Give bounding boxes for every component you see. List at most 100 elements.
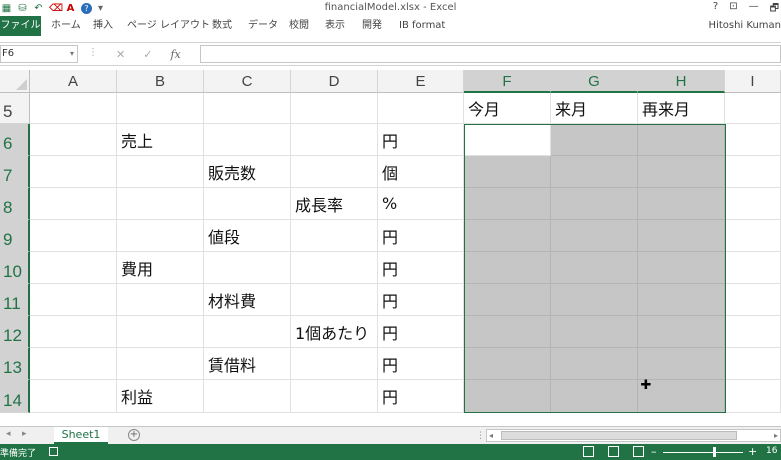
cell-f8[interactable] (464, 188, 551, 220)
cell-c6[interactable] (204, 124, 291, 156)
column-header-b[interactable]: B (117, 70, 204, 93)
cell-a9[interactable] (30, 220, 117, 252)
column-header-i[interactable]: I (725, 70, 781, 93)
zoom-out-icon[interactable]: – (651, 445, 657, 458)
cell-i9[interactable] (725, 220, 781, 252)
row-header-13[interactable]: 13 (0, 348, 30, 380)
scrollbar-thumb[interactable] (501, 431, 737, 440)
cell-a5[interactable] (30, 93, 117, 124)
cell-d9[interactable] (291, 220, 378, 252)
cell-d10[interactable] (291, 252, 378, 284)
cell-d14[interactable] (291, 380, 378, 413)
cell-e10[interactable]: 円 (378, 252, 464, 284)
cell-b7[interactable] (117, 156, 204, 188)
row-header-11[interactable]: 11 (0, 284, 30, 316)
cell-b14[interactable]: 利益 (117, 380, 204, 413)
cell-b10[interactable]: 費用 (117, 252, 204, 284)
page-layout-view-icon[interactable] (608, 446, 619, 457)
cell-e12[interactable]: 円 (378, 316, 464, 348)
cell-g5[interactable]: 来月 (551, 93, 638, 124)
cell-i14[interactable] (725, 380, 781, 413)
page-break-view-icon[interactable] (633, 446, 644, 457)
cell-a7[interactable] (30, 156, 117, 188)
tab-ib-format[interactable]: IB format (399, 16, 445, 36)
cell-d6[interactable] (291, 124, 378, 156)
cell-i7[interactable] (725, 156, 781, 188)
cell-d8[interactable]: 成長率 (291, 188, 378, 220)
user-name[interactable]: Hitoshi Kuman (709, 16, 781, 36)
cell-a10[interactable] (30, 252, 117, 284)
cell-i5[interactable] (725, 93, 781, 124)
cell-g6[interactable] (551, 124, 638, 156)
cell-e6[interactable]: 円 (378, 124, 464, 156)
cell-g11[interactable] (551, 284, 638, 316)
cell-a13[interactable] (30, 348, 117, 380)
cell-f6-active[interactable] (464, 124, 551, 156)
cell-c9[interactable]: 値段 (204, 220, 291, 252)
row-header-9[interactable]: 9 (0, 220, 30, 252)
row-header-14[interactable]: 14 (0, 380, 30, 413)
cell-h8[interactable] (638, 188, 725, 220)
cell-e14[interactable]: 円 (378, 380, 464, 413)
cell-i8[interactable] (725, 188, 781, 220)
normal-view-icon[interactable] (583, 446, 594, 457)
cell-h10[interactable] (638, 252, 725, 284)
cell-i11[interactable] (725, 284, 781, 316)
cell-f13[interactable] (464, 348, 551, 380)
insert-function-icon[interactable]: fx (170, 48, 180, 61)
chevron-down-icon[interactable]: ▾ (70, 46, 74, 62)
cell-e11[interactable]: 円 (378, 284, 464, 316)
horizontal-scrollbar[interactable]: ◂ ▸ (486, 429, 781, 442)
scroll-left-icon[interactable]: ◂ (489, 430, 493, 441)
cell-b11[interactable] (117, 284, 204, 316)
tab-developer[interactable]: 開発 (362, 16, 382, 36)
cell-a14[interactable] (30, 380, 117, 413)
cell-d11[interactable] (291, 284, 378, 316)
add-sheet-icon[interactable]: + (128, 429, 140, 441)
cell-i10[interactable] (725, 252, 781, 284)
cell-f5[interactable]: 今月 (464, 93, 551, 124)
macro-record-icon[interactable] (49, 447, 58, 456)
formula-input[interactable] (200, 45, 781, 63)
cell-f9[interactable] (464, 220, 551, 252)
tab-view[interactable]: 表示 (325, 16, 345, 36)
scroll-sheets-left-icon[interactable]: ◂ (6, 429, 11, 439)
cell-h9[interactable] (638, 220, 725, 252)
cell-c8[interactable] (204, 188, 291, 220)
zoom-slider-handle[interactable] (713, 447, 716, 457)
cell-a8[interactable] (30, 188, 117, 220)
cell-e9[interactable]: 円 (378, 220, 464, 252)
cell-c12[interactable] (204, 316, 291, 348)
tab-insert[interactable]: 挿入 (93, 16, 113, 36)
cell-h12[interactable] (638, 316, 725, 348)
cell-h6[interactable] (638, 124, 725, 156)
row-header-6[interactable]: 6 (0, 124, 30, 156)
cell-f14[interactable] (464, 380, 551, 413)
cell-h5[interactable]: 再来月 (638, 93, 725, 124)
cell-b8[interactable] (117, 188, 204, 220)
column-header-d[interactable]: D (291, 70, 378, 93)
zoom-level[interactable]: 16 (766, 446, 777, 456)
row-header-5[interactable]: 5 (0, 93, 30, 124)
tab-review[interactable]: 校閲 (289, 16, 309, 36)
cell-g8[interactable] (551, 188, 638, 220)
cell-g12[interactable] (551, 316, 638, 348)
cell-f10[interactable] (464, 252, 551, 284)
select-all-button[interactable] (0, 70, 30, 93)
cell-b6[interactable]: 売上 (117, 124, 204, 156)
cell-i13[interactable] (725, 348, 781, 380)
tab-home[interactable]: ホーム (51, 16, 81, 36)
tab-data[interactable]: データ (248, 16, 278, 36)
row-header-8[interactable]: 8 (0, 188, 30, 220)
cell-b5[interactable] (117, 93, 204, 124)
cell-f7[interactable] (464, 156, 551, 188)
scroll-sheets-right-icon[interactable]: ▸ (22, 429, 27, 439)
cell-i12[interactable] (725, 316, 781, 348)
enter-icon[interactable]: ✓ (143, 48, 152, 61)
zoom-slider-track[interactable] (663, 452, 743, 453)
cell-c5[interactable] (204, 93, 291, 124)
scroll-right-icon[interactable]: ▸ (774, 430, 778, 441)
column-header-e[interactable]: E (378, 70, 464, 93)
cell-b12[interactable] (117, 316, 204, 348)
cell-g14[interactable] (551, 380, 638, 413)
